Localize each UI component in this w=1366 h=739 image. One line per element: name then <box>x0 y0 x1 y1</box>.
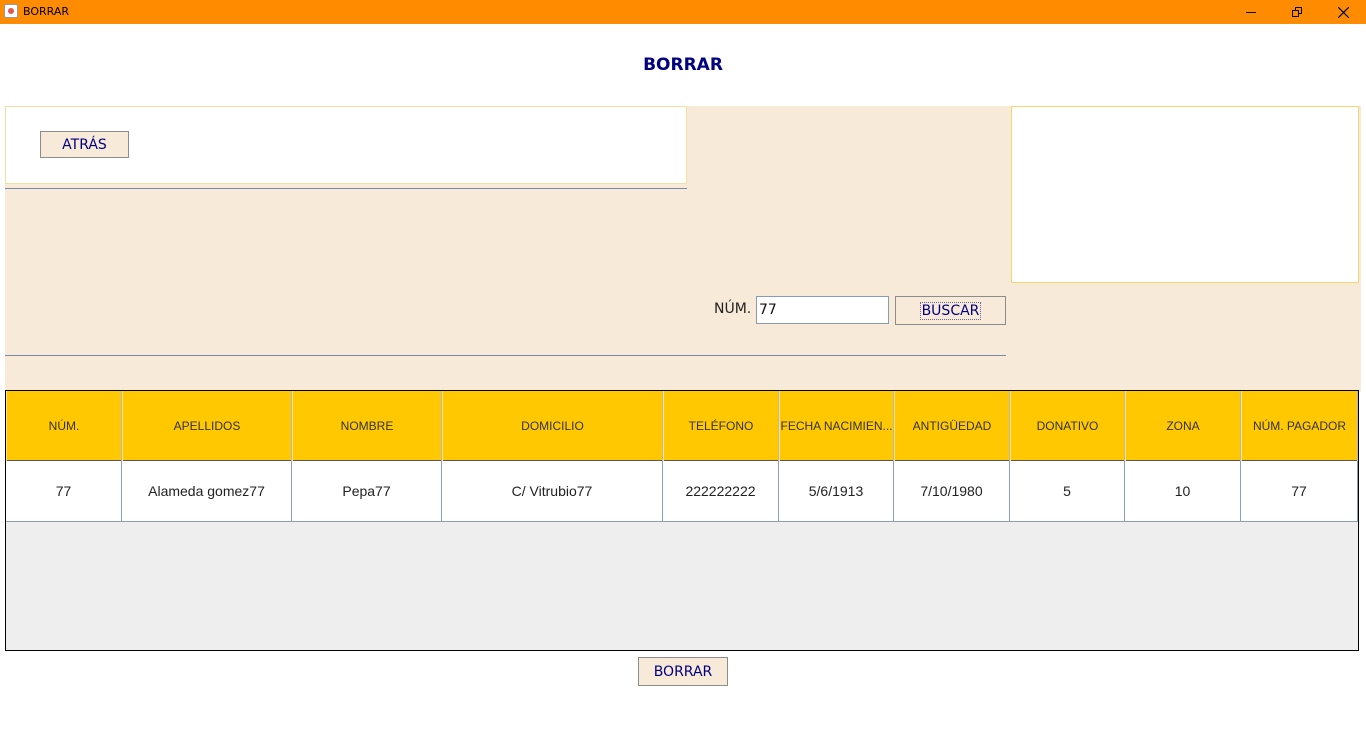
column-header[interactable]: APELLIDOS <box>122 391 292 461</box>
window-titlebar: BORRAR <box>0 0 1366 24</box>
table-cell[interactable]: 5 <box>1010 461 1125 521</box>
info-panel <box>1011 106 1359 283</box>
back-button[interactable]: ATRÁS <box>40 131 129 158</box>
num-label: NÚM. <box>714 301 752 317</box>
delete-button[interactable]: BORRAR <box>638 657 728 686</box>
column-header[interactable]: TELÉFONO <box>663 391 779 461</box>
separator-line <box>5 355 1006 356</box>
close-button[interactable] <box>1320 0 1366 24</box>
column-header[interactable]: NÚM. PAGADOR <box>1241 391 1358 461</box>
table-row[interactable]: 77 Alameda gomez77 Pepa77 C/ Vitrubio77 … <box>6 461 1358 522</box>
table-cell[interactable]: Alameda gomez77 <box>122 461 292 521</box>
table-cell[interactable]: 77 <box>6 461 122 521</box>
minimize-button[interactable] <box>1228 0 1274 24</box>
restore-icon <box>1292 7 1302 17</box>
table-cell[interactable]: 77 <box>1241 461 1358 521</box>
restore-button[interactable] <box>1274 0 1320 24</box>
column-header[interactable]: ZONA <box>1125 391 1241 461</box>
column-header[interactable]: ANTIGÜEDAD <box>894 391 1010 461</box>
table-cell[interactable]: 10 <box>1125 461 1241 521</box>
table-cell[interactable]: 7/10/1980 <box>894 461 1010 521</box>
window-title: BORRAR <box>23 5 70 18</box>
search-button[interactable]: BUSCAR <box>895 296 1006 325</box>
column-header[interactable]: DONATIVO <box>1010 391 1125 461</box>
table-cell[interactable]: 5/6/1913 <box>779 461 894 521</box>
search-button-label: BUSCAR <box>919 301 982 320</box>
minimize-icon <box>1246 11 1256 13</box>
table-cell[interactable]: C/ Vitrubio77 <box>442 461 663 521</box>
page-title: BORRAR <box>643 55 723 75</box>
close-icon <box>1337 6 1349 18</box>
table-cell[interactable]: 222222222 <box>663 461 779 521</box>
table-cell[interactable]: Pepa77 <box>292 461 442 521</box>
column-header[interactable]: FECHA NACIMIEN... <box>779 391 894 461</box>
column-header[interactable]: NÚM. <box>6 391 122 461</box>
column-header[interactable]: NOMBRE <box>292 391 442 461</box>
separator-line <box>5 188 687 189</box>
results-table: NÚM. APELLIDOS NOMBRE DOMICILIO TELÉFONO… <box>5 390 1359 651</box>
num-input[interactable] <box>756 296 889 324</box>
column-header[interactable]: DOMICILIO <box>442 391 663 461</box>
java-app-icon <box>4 4 18 18</box>
table-header: NÚM. APELLIDOS NOMBRE DOMICILIO TELÉFONO… <box>6 391 1358 461</box>
